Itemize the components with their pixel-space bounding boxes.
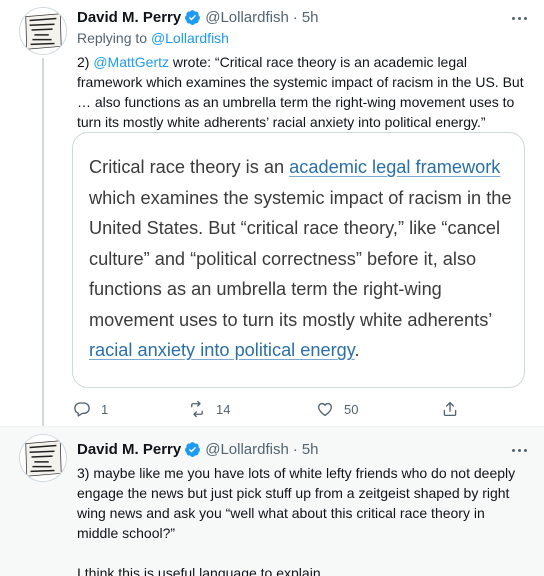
replying-to: Replying to @Lollardfish [77, 30, 229, 46]
quote-text-part: . [354, 340, 360, 360]
tweet-3[interactable]: David M. Perry @Lollardfish · 5h 3) mayb… [0, 426, 544, 576]
tweet-text: 2) @MattGertz wrote: “Critical race theo… [77, 52, 527, 132]
verified-badge-icon [185, 441, 201, 457]
tweet-paragraph: 3) maybe like me you have lots of white … [77, 465, 516, 541]
more-options-icon[interactable] [508, 8, 530, 28]
avatar-sign-image [20, 8, 66, 54]
quote-text-part: Critical race theory is an [89, 157, 290, 177]
retweet-icon [191, 400, 203, 418]
mention-link[interactable]: @MattGertz [93, 54, 169, 70]
retweet-button[interactable]: 14 [188, 398, 230, 420]
reply-count: 1 [101, 401, 109, 417]
heart-icon [317, 402, 333, 417]
tweet-2[interactable]: David M. Perry @Lollardfish · 5h Replyin… [0, 0, 544, 426]
more-options-icon[interactable] [508, 440, 530, 460]
quote-card[interactable]: Critical race theory is an academic lega… [72, 132, 525, 388]
timestamp[interactable]: 5h [302, 9, 319, 26]
reply-icon [74, 402, 90, 417]
tweet-number: 2) [77, 54, 90, 70]
reply-button[interactable]: 1 [73, 398, 108, 420]
avatar-sign-image [20, 435, 66, 481]
replying-prefix: Replying to [77, 30, 148, 46]
timestamp[interactable]: 5h [302, 441, 319, 458]
author-handle[interactable]: @Lollardfish [205, 441, 289, 458]
author-handle[interactable]: @Lollardfish [205, 9, 289, 26]
share-button[interactable] [441, 398, 459, 420]
avatar[interactable] [19, 434, 67, 482]
author-name[interactable]: David M. Perry [77, 441, 181, 458]
author-name[interactable]: David M. Perry [77, 9, 181, 26]
like-count: 50 [344, 401, 359, 417]
verified-badge-icon [185, 9, 201, 25]
tweet-text: 3) maybe like me you have lots of white … [77, 463, 529, 576]
separator-dot: · [292, 440, 298, 458]
separator-dot: · [292, 8, 298, 26]
quote-link-racial-anxiety[interactable]: racial anxiety into political energy [89, 340, 355, 360]
replying-to-mention[interactable]: @Lollardfish [151, 30, 229, 46]
tweet-actions: 1 14 50 [73, 398, 473, 420]
like-button[interactable]: 50 [316, 398, 358, 420]
quote-text-part: which examines the systemic impact of ra… [89, 187, 512, 330]
retweet-count: 14 [216, 401, 231, 417]
avatar[interactable] [19, 7, 67, 55]
tweet-header: David M. Perry @Lollardfish · 5h [77, 7, 319, 27]
tweet-header: David M. Perry @Lollardfish · 5h [77, 439, 319, 459]
quote-text: Critical race theory is an academic lega… [89, 152, 514, 366]
thread-connector-line [42, 58, 44, 426]
tweet-paragraph: I think this is useful language to expla… [77, 565, 325, 576]
quote-link-academic-legal-framework[interactable]: academic legal framework [289, 157, 500, 177]
share-icon [443, 401, 457, 417]
